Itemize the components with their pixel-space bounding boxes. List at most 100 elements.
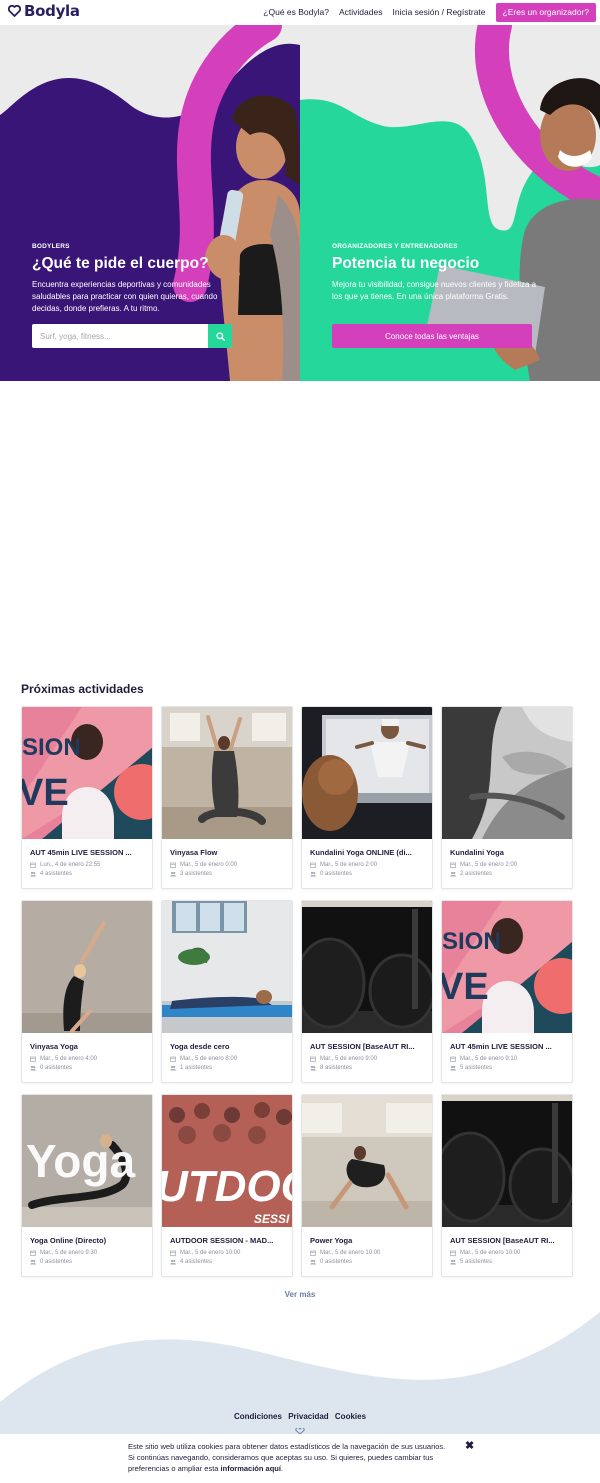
activity-date-row: Lun., 4 de enero 22:55 (30, 862, 144, 868)
see-more-link[interactable]: Ver más (0, 1290, 600, 1299)
activity-date: Mar., 5 de enero 2:00 (460, 862, 518, 868)
footer-terms-link[interactable]: Condiciones (234, 1412, 282, 1421)
activity-info: AUTDOOR SESSION - MAD... Mar., 5 de ener… (162, 1227, 292, 1265)
cookie-banner: Este sitio web utiliza cookies para obte… (0, 1434, 600, 1483)
hero-left-text: BODYLERS ¿Qué te pide el cuerpo? Encuent… (32, 243, 237, 315)
cookie-info-link[interactable]: información aquí (221, 1464, 281, 1473)
activity-attendees: 0 asistentes (320, 871, 353, 877)
search-button[interactable] (208, 324, 232, 348)
activity-info: Vinyasa Flow Mar., 5 de enero 0:00 3 asi… (162, 839, 292, 877)
calendar-icon (30, 1056, 36, 1062)
activity-title[interactable]: AUTDOOR SESSION - MAD... (170, 1236, 284, 1245)
search-icon (215, 331, 225, 341)
activity-thumbnail[interactable] (442, 1095, 572, 1227)
activity-card[interactable]: Power Yoga Mar., 5 de enero 10:00 0 asis… (301, 1094, 433, 1277)
logo[interactable]: Bodyla (8, 2, 80, 20)
activity-info: AUT 45min LIVE SESSION ... Lun., 4 de en… (22, 839, 152, 877)
hero-bodylers: BODYLERS ¿Qué te pide el cuerpo? Encuent… (0, 25, 300, 381)
organizer-button[interactable]: ¿Eres un organizador? (495, 2, 596, 22)
footer-cookies-link[interactable]: Cookies (335, 1412, 366, 1421)
calendar-icon (30, 1250, 36, 1256)
nav-activities[interactable]: Actividades (339, 2, 382, 22)
calendar-icon (310, 862, 316, 868)
activity-title[interactable]: AUT 45min LIVE SESSION ... (450, 1042, 564, 1051)
activities-grid: SION VE AUT 45min LIVE SESSION ... Lun.,… (21, 706, 574, 1277)
activity-info: AUT 45min LIVE SESSION ... Mar., 5 de en… (442, 1033, 572, 1071)
activity-title[interactable]: Power Yoga (310, 1236, 424, 1245)
activity-card[interactable]: Kundalini Yoga ONLINE (di... Mar., 5 de … (301, 706, 433, 889)
activity-date: Lun., 4 de enero 22:55 (40, 862, 101, 868)
activity-title[interactable]: Kundalini Yoga ONLINE (di... (310, 848, 424, 857)
activity-thumbnail[interactable] (162, 707, 292, 839)
activity-date: Mar., 5 de enero 2:00 (320, 862, 378, 868)
activity-thumbnail[interactable]: SION VE (442, 901, 572, 1033)
activity-attendees-row: 5 asistentes (450, 1259, 564, 1265)
svg-text:VE: VE (442, 966, 489, 1008)
activity-title[interactable]: Yoga Online (Directo) (30, 1236, 144, 1245)
activity-title[interactable]: Yoga desde cero (170, 1042, 284, 1051)
activity-card[interactable]: SION VE AUT 45min LIVE SESSION ... Mar.,… (441, 900, 573, 1083)
calendar-icon (310, 1056, 316, 1062)
activity-title[interactable]: AUT 45min LIVE SESSION ... (30, 848, 144, 857)
activity-thumbnail[interactable] (162, 901, 292, 1033)
logo-text: Bodyla (24, 2, 80, 20)
activity-date-row: Mar., 5 de enero 10:00 (310, 1250, 424, 1256)
activity-card[interactable]: UTDOO SESSI AUTDOOR SESSION - MAD... Mar… (161, 1094, 293, 1277)
activity-attendees-row: 3 asistentes (170, 871, 284, 877)
activity-card[interactable]: Vinyasa Flow Mar., 5 de enero 0:00 3 asi… (161, 706, 293, 889)
svg-text:SION: SION (442, 928, 501, 955)
activity-attendees-row: 1 asistentes (170, 1065, 284, 1071)
calendar-icon (170, 1056, 176, 1062)
activity-date-row: Mar., 5 de enero 2:00 (310, 862, 424, 868)
activity-attendees: 1 asistentes (180, 1065, 213, 1071)
activity-card[interactable]: Yoga Yoga Online (Directo) Mar., 5 de en… (21, 1094, 153, 1277)
activity-thumbnail[interactable]: UTDOO SESSI (162, 1095, 292, 1227)
activity-thumbnail[interactable] (302, 707, 432, 839)
footer-privacy-link[interactable]: Privacidad (288, 1412, 328, 1421)
search-input[interactable] (32, 324, 208, 348)
activity-attendees: 4 asistentes (180, 1259, 213, 1265)
main-nav: ¿Qué es Bodyla? Actividades Inicia sesió… (263, 2, 596, 22)
activity-title[interactable]: Vinyasa Yoga (30, 1042, 144, 1051)
activity-date-row: Mar., 5 de enero 8:00 (170, 1056, 284, 1062)
activity-info: Yoga Online (Directo) Mar., 5 de enero 9… (22, 1227, 152, 1265)
activity-attendees-row: 4 asistentes (170, 1259, 284, 1265)
activity-thumbnail[interactable]: SION VE (22, 707, 152, 839)
activity-date: Mar., 5 de enero 8:00 (180, 1056, 238, 1062)
nav-login-register[interactable]: Inicia sesión / Regístrate (392, 2, 485, 22)
activity-date: Mar., 5 de enero 9:30 (40, 1250, 98, 1256)
activity-thumbnail[interactable]: Yoga (22, 1095, 152, 1227)
activity-date-row: Mar., 5 de enero 4:00 (30, 1056, 144, 1062)
hero-left-eyebrow: BODYLERS (32, 243, 70, 250)
cookie-message: Este sitio web utiliza cookies para obte… (128, 1442, 446, 1473)
activity-card[interactable]: AUT SESSION [BaseAUT RI... Mar., 5 de en… (301, 900, 433, 1083)
activity-thumbnail[interactable] (302, 1095, 432, 1227)
activity-date: Mar., 5 de enero 10:00 (320, 1250, 381, 1256)
attendees-icon (30, 1259, 36, 1265)
activity-attendees: 0 asistentes (40, 1065, 73, 1071)
attendees-icon (170, 1065, 176, 1071)
activity-title[interactable]: AUT SESSION [BaseAUT RI... (310, 1042, 424, 1051)
activity-thumbnail[interactable] (22, 901, 152, 1033)
activity-title[interactable]: AUT SESSION [BaseAUT RI... (450, 1236, 564, 1245)
activity-thumbnail[interactable] (302, 901, 432, 1033)
activity-info: Vinyasa Yoga Mar., 5 de enero 4:00 0 asi… (22, 1033, 152, 1071)
activity-card[interactable]: Kundalini Yoga Mar., 5 de enero 2:00 2 a… (441, 706, 573, 889)
activity-card[interactable]: SION VE AUT 45min LIVE SESSION ... Lun.,… (21, 706, 153, 889)
attendees-icon (450, 871, 456, 877)
calendar-icon (450, 1056, 456, 1062)
activity-card[interactable]: Yoga desde cero Mar., 5 de enero 8:00 1 … (161, 900, 293, 1083)
close-icon[interactable]: ✖ (465, 1439, 474, 1452)
activity-attendees-row: 2 asistentes (450, 871, 564, 877)
activity-title[interactable]: Vinyasa Flow (170, 848, 284, 857)
activity-attendees: 3 asistentes (180, 871, 213, 877)
attendees-icon (30, 871, 36, 877)
advantages-button[interactable]: Conoce todas las ventajas (332, 324, 532, 348)
activity-title[interactable]: Kundalini Yoga (450, 848, 564, 857)
activity-attendees-row: 0 asistentes (30, 1065, 144, 1071)
nav-what-is[interactable]: ¿Qué es Bodyla? (263, 2, 329, 22)
activity-card[interactable]: Vinyasa Yoga Mar., 5 de enero 4:00 0 asi… (21, 900, 153, 1083)
attendees-icon (170, 871, 176, 877)
activity-thumbnail[interactable] (442, 707, 572, 839)
activity-card[interactable]: AUT SESSION [BaseAUT RI... Mar., 5 de en… (441, 1094, 573, 1277)
